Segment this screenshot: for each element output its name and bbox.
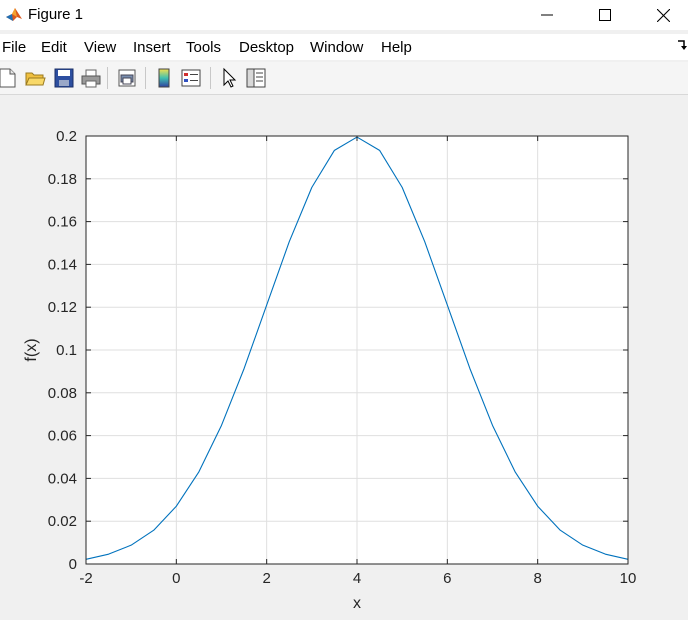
menu-desktop[interactable]: Desktop	[239, 39, 294, 56]
figure-window: Figure 1 File Edit View Insert Tools Des…	[0, 0, 688, 620]
minimize-icon	[541, 14, 553, 16]
property-inspector-icon[interactable]	[245, 67, 267, 89]
y-tick-label: 0.2	[56, 128, 77, 145]
minimize-button[interactable]	[524, 0, 570, 30]
matlab-logo-icon	[5, 5, 23, 23]
edit-plot-pointer-icon[interactable]	[218, 67, 240, 89]
print-preview-icon[interactable]	[116, 67, 138, 89]
y-tick-label: 0.02	[48, 513, 77, 530]
x-tick-label: 0	[172, 570, 180, 587]
x-tick-label: 6	[443, 570, 451, 587]
insert-colorbar-icon[interactable]	[153, 67, 175, 89]
menu-view[interactable]: View	[84, 39, 116, 56]
insert-legend-icon[interactable]	[180, 67, 202, 89]
y-tick-label: 0.04	[48, 470, 77, 487]
x-tick-label: 2	[262, 570, 270, 587]
x-axis-label: x	[353, 595, 361, 612]
y-tick-label: 0.12	[48, 299, 77, 316]
x-tick-label: -2	[79, 570, 92, 587]
dock-arrow-icon[interactable]	[676, 38, 688, 52]
menu-insert[interactable]: Insert	[133, 39, 171, 56]
toolbar-separator	[210, 67, 211, 89]
y-tick-label: 0.14	[48, 256, 77, 273]
maximize-icon	[599, 9, 611, 21]
window-title: Figure 1	[28, 6, 84, 23]
menu-help[interactable]: Help	[381, 39, 412, 56]
menu-edit[interactable]: Edit	[41, 39, 67, 56]
new-figure-icon[interactable]	[0, 67, 18, 89]
toolbar-separator	[107, 67, 108, 89]
x-tick-label: 4	[353, 570, 361, 587]
toolbar	[0, 62, 688, 95]
maximize-button[interactable]	[582, 0, 628, 30]
y-tick-label: 0.18	[48, 171, 77, 188]
x-tick-label: 10	[620, 570, 637, 587]
menu-window[interactable]: Window	[310, 39, 363, 56]
plot-svg: -2 0 2 4 6 8 1000.020.040.060.080.10.120.140.1…	[23, 128, 637, 612]
y-tick-label: 0.08	[48, 385, 77, 402]
menu-tools[interactable]: Tools	[186, 39, 221, 56]
save-icon[interactable]	[53, 67, 75, 89]
y-tick-label: 0.1	[56, 342, 77, 359]
close-icon	[656, 8, 670, 22]
menu-bar: File Edit View Insert Tools Desktop Wind…	[0, 34, 688, 60]
close-button[interactable]	[640, 0, 686, 30]
y-axis-label: f(x)	[23, 338, 40, 361]
toolbar-separator	[145, 67, 146, 89]
open-file-icon[interactable]	[24, 67, 46, 89]
print-icon[interactable]	[80, 67, 102, 89]
menu-file[interactable]: File	[2, 39, 26, 56]
x-tick-label: 8	[533, 570, 541, 587]
y-tick-label: 0.06	[48, 428, 77, 445]
title-bar[interactable]: Figure 1	[0, 0, 688, 30]
figure-canvas: -2 0 2 4 6 8 10 0 0.02 0.04 0.06 0.08 0.1 0.12 0.14 0.1…	[0, 96, 688, 620]
y-tick-label: 0.16	[48, 214, 77, 231]
y-tick-label: 0	[69, 556, 77, 573]
